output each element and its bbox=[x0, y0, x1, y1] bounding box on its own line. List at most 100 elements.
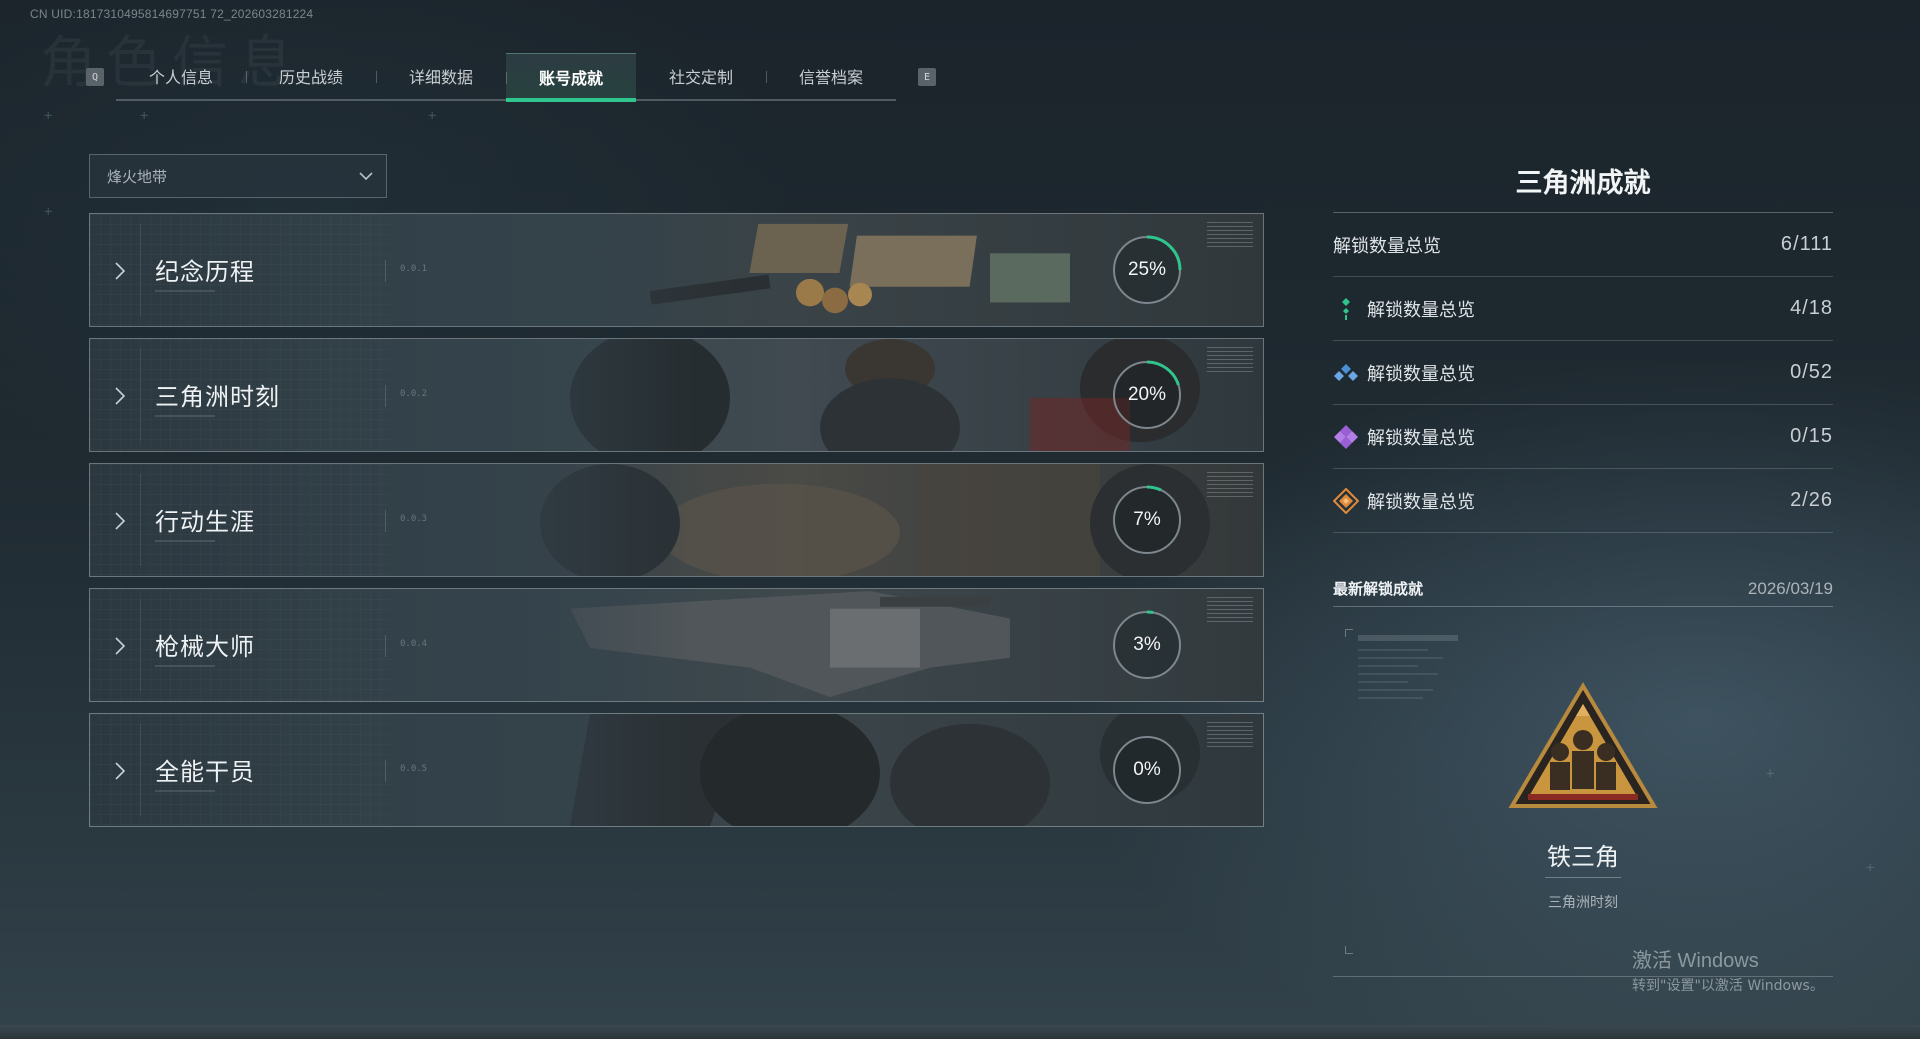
tab-personal-info[interactable]: 个人信息 bbox=[116, 53, 246, 99]
tab-account-achievements[interactable]: 账号成就 bbox=[506, 53, 636, 102]
next-tab-key-hint[interactable]: E bbox=[918, 68, 936, 86]
frame-corner bbox=[1345, 946, 1353, 954]
divider bbox=[1545, 877, 1621, 878]
stat-label: 解锁数量总览 bbox=[1333, 235, 1441, 257]
category-underline bbox=[155, 415, 215, 417]
category-title: 三角洲时刻 bbox=[155, 383, 280, 411]
achievement-name: 铁三角 bbox=[1547, 843, 1619, 871]
tab-list: 个人信息 历史战绩 详细数据 账号成就 社交定制 信誉档案 bbox=[116, 53, 896, 102]
grid-cross: + bbox=[1866, 860, 1875, 876]
divider bbox=[385, 635, 386, 657]
grid-cross: + bbox=[428, 108, 437, 124]
achievement-category-list: 纪念历程 0.0.1 25% 三角洲时刻 0.0.2 20% 行动生涯 0.0.… bbox=[89, 213, 1264, 838]
category-deco-lines bbox=[1207, 347, 1253, 375]
achievement-category: 三角洲时刻 bbox=[1548, 895, 1618, 911]
stat-row-orange: 解锁数量总览 2/26 bbox=[1333, 469, 1833, 533]
deco-text-lines bbox=[1358, 635, 1458, 699]
latest-achievement-card[interactable]: 铁三角 三角洲时刻 bbox=[1333, 607, 1833, 977]
divider bbox=[385, 510, 386, 532]
divider bbox=[385, 385, 386, 407]
chevron-right-icon bbox=[115, 387, 126, 405]
grid-cross: + bbox=[44, 204, 53, 220]
divider bbox=[140, 599, 141, 691]
stat-row-blue: 解锁数量总览 0/52 bbox=[1333, 341, 1833, 405]
divider bbox=[385, 260, 386, 282]
stat-row-green: 解锁数量总览 4/18 bbox=[1333, 277, 1833, 341]
tab-social-customization[interactable]: 社交定制 bbox=[636, 53, 766, 99]
stat-value: 4/18 bbox=[1790, 297, 1833, 319]
category-title: 全能干员 bbox=[155, 758, 255, 786]
category-underline bbox=[155, 790, 215, 792]
iron-triangle-badge-icon bbox=[1508, 682, 1658, 808]
category-title: 纪念历程 bbox=[155, 258, 255, 286]
progress-label: 7% bbox=[1133, 509, 1161, 530]
mode-dropdown[interactable]: 烽火地带 bbox=[89, 154, 387, 198]
stat-label: 解锁数量总览 bbox=[1367, 363, 1475, 385]
category-number: 0.0.2 bbox=[400, 389, 428, 399]
stat-row-total: 解锁数量总览 6/111 bbox=[1333, 213, 1833, 277]
orange-tier-icon bbox=[1333, 487, 1359, 514]
frame-corner bbox=[1345, 629, 1353, 637]
category-title: 行动生涯 bbox=[155, 508, 255, 536]
category-card-weapon-master[interactable]: 枪械大师 0.0.4 3% bbox=[89, 588, 1264, 702]
latest-unlock-date: 2026/03/19 bbox=[1747, 578, 1833, 598]
category-card-all-round-operator[interactable]: 全能干员 0.0.5 0% bbox=[89, 713, 1264, 827]
green-tier-icon bbox=[1342, 297, 1350, 320]
divider bbox=[140, 349, 141, 441]
stat-value: 0/52 bbox=[1790, 361, 1833, 383]
category-card-operation-career[interactable]: 行动生涯 0.0.3 7% bbox=[89, 463, 1264, 577]
panel-title: 三角洲成就 bbox=[1333, 155, 1833, 213]
progress-label: 0% bbox=[1133, 759, 1161, 780]
category-deco-lines bbox=[1207, 222, 1253, 250]
category-card-memorial[interactable]: 纪念历程 0.0.1 25% bbox=[89, 213, 1264, 327]
grid-cross: + bbox=[44, 108, 53, 124]
category-card-delta-moments[interactable]: 三角洲时刻 0.0.2 20% bbox=[89, 338, 1264, 452]
progress-label: 25% bbox=[1127, 259, 1167, 280]
tab-bar: Q 个人信息 历史战绩 详细数据 账号成就 社交定制 信誉档案 E bbox=[86, 52, 936, 102]
category-deco-lines bbox=[1207, 722, 1253, 750]
category-number: 0.0.3 bbox=[400, 514, 428, 524]
tab-credit-record[interactable]: 信誉档案 bbox=[766, 53, 896, 99]
stat-label: 解锁数量总览 bbox=[1367, 427, 1475, 449]
category-number: 0.0.1 bbox=[400, 264, 428, 274]
category-underline bbox=[155, 540, 215, 542]
stat-label: 解锁数量总览 bbox=[1367, 491, 1475, 513]
category-deco-lines bbox=[1207, 597, 1253, 625]
blue-tier-icon bbox=[1334, 363, 1358, 381]
windows-activation-watermark: 激活 Windows 转到"设置"以激活 Windows。 bbox=[1632, 944, 1824, 995]
category-title: 枪械大师 bbox=[155, 633, 255, 661]
uid-label: CN UID:1817310495814697751 72_2026032812… bbox=[30, 7, 314, 21]
progress-label: 3% bbox=[1133, 634, 1161, 655]
achievement-summary-panel: 三角洲成就 解锁数量总览 6/111 解锁数量总览 4/18 解锁数量总览 0/ bbox=[1333, 155, 1833, 977]
category-underline bbox=[155, 665, 215, 667]
category-underline bbox=[155, 290, 215, 292]
category-number: 0.0.4 bbox=[400, 639, 428, 649]
watermark-line2: 转到"设置"以激活 Windows。 bbox=[1632, 978, 1824, 994]
divider bbox=[140, 724, 141, 816]
latest-unlock-label: 最新解锁成就 bbox=[1333, 580, 1424, 598]
chevron-right-icon bbox=[115, 262, 126, 280]
mode-dropdown-value: 烽火地带 bbox=[107, 167, 168, 186]
category-deco-lines bbox=[1207, 472, 1253, 500]
prev-tab-key-hint[interactable]: Q bbox=[86, 68, 104, 86]
tab-detailed-data[interactable]: 详细数据 bbox=[376, 53, 506, 99]
progress-label: 20% bbox=[1127, 384, 1167, 405]
chevron-right-icon bbox=[115, 512, 126, 530]
bottom-strip bbox=[0, 1025, 1920, 1039]
stat-row-purple: 解锁数量总览 0/15 bbox=[1333, 405, 1833, 469]
stat-value: 0/15 bbox=[1790, 425, 1833, 447]
chevron-right-icon bbox=[115, 762, 126, 780]
category-number: 0.0.5 bbox=[400, 764, 428, 774]
tab-match-history[interactable]: 历史战绩 bbox=[246, 53, 376, 99]
watermark-line1: 激活 Windows bbox=[1632, 950, 1759, 972]
chevron-down-icon bbox=[359, 172, 373, 181]
divider bbox=[140, 224, 141, 316]
latest-unlock-header: 最新解锁成就 2026/03/19 bbox=[1333, 571, 1833, 607]
grid-cross: + bbox=[140, 108, 149, 124]
divider bbox=[140, 474, 141, 566]
stat-value: 6/111 bbox=[1780, 233, 1833, 255]
stat-value: 2/26 bbox=[1790, 489, 1833, 511]
purple-tier-icon bbox=[1334, 424, 1358, 449]
divider bbox=[385, 760, 386, 782]
stat-label: 解锁数量总览 bbox=[1367, 299, 1475, 321]
